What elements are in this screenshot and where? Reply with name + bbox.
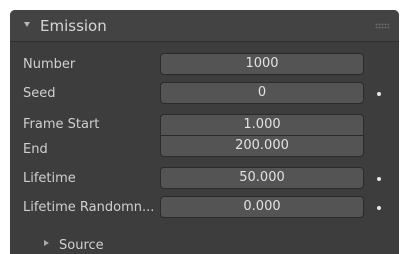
panel-title: Emission — [40, 17, 107, 35]
collapsed-right-arrow-icon[interactable] — [44, 240, 49, 246]
lifetime-random-field[interactable]: 0.000 — [160, 196, 364, 218]
expand-down-arrow-icon[interactable] — [24, 22, 30, 27]
lifetime-label: Lifetime — [23, 171, 76, 186]
end-field[interactable]: 200.000 — [160, 136, 364, 157]
end-label: End — [23, 142, 48, 157]
seed-field[interactable]: 0 — [160, 82, 364, 104]
lifetime-random-animate-dot-icon[interactable] — [377, 206, 381, 210]
number-label: Number — [23, 57, 76, 72]
lifetime-random-label: Lifetime Randomn... — [23, 200, 155, 215]
number-field[interactable]: 1000 — [160, 53, 364, 75]
source-subpanel-label[interactable]: Source — [59, 238, 104, 254]
lifetime-animate-dot-icon[interactable] — [377, 177, 381, 181]
frame-start-label: Frame Start — [23, 117, 100, 132]
frame-start-field[interactable]: 1.000 — [160, 114, 364, 136]
drag-grip-icon[interactable] — [375, 23, 389, 29]
seed-label: Seed — [23, 86, 56, 101]
lifetime-field[interactable]: 50.000 — [160, 167, 364, 189]
emission-panel: Emission Number 1000 Seed 0 Frame Start … — [10, 10, 399, 254]
panel-header[interactable]: Emission — [10, 10, 399, 42]
seed-animate-dot-icon[interactable] — [377, 92, 381, 96]
